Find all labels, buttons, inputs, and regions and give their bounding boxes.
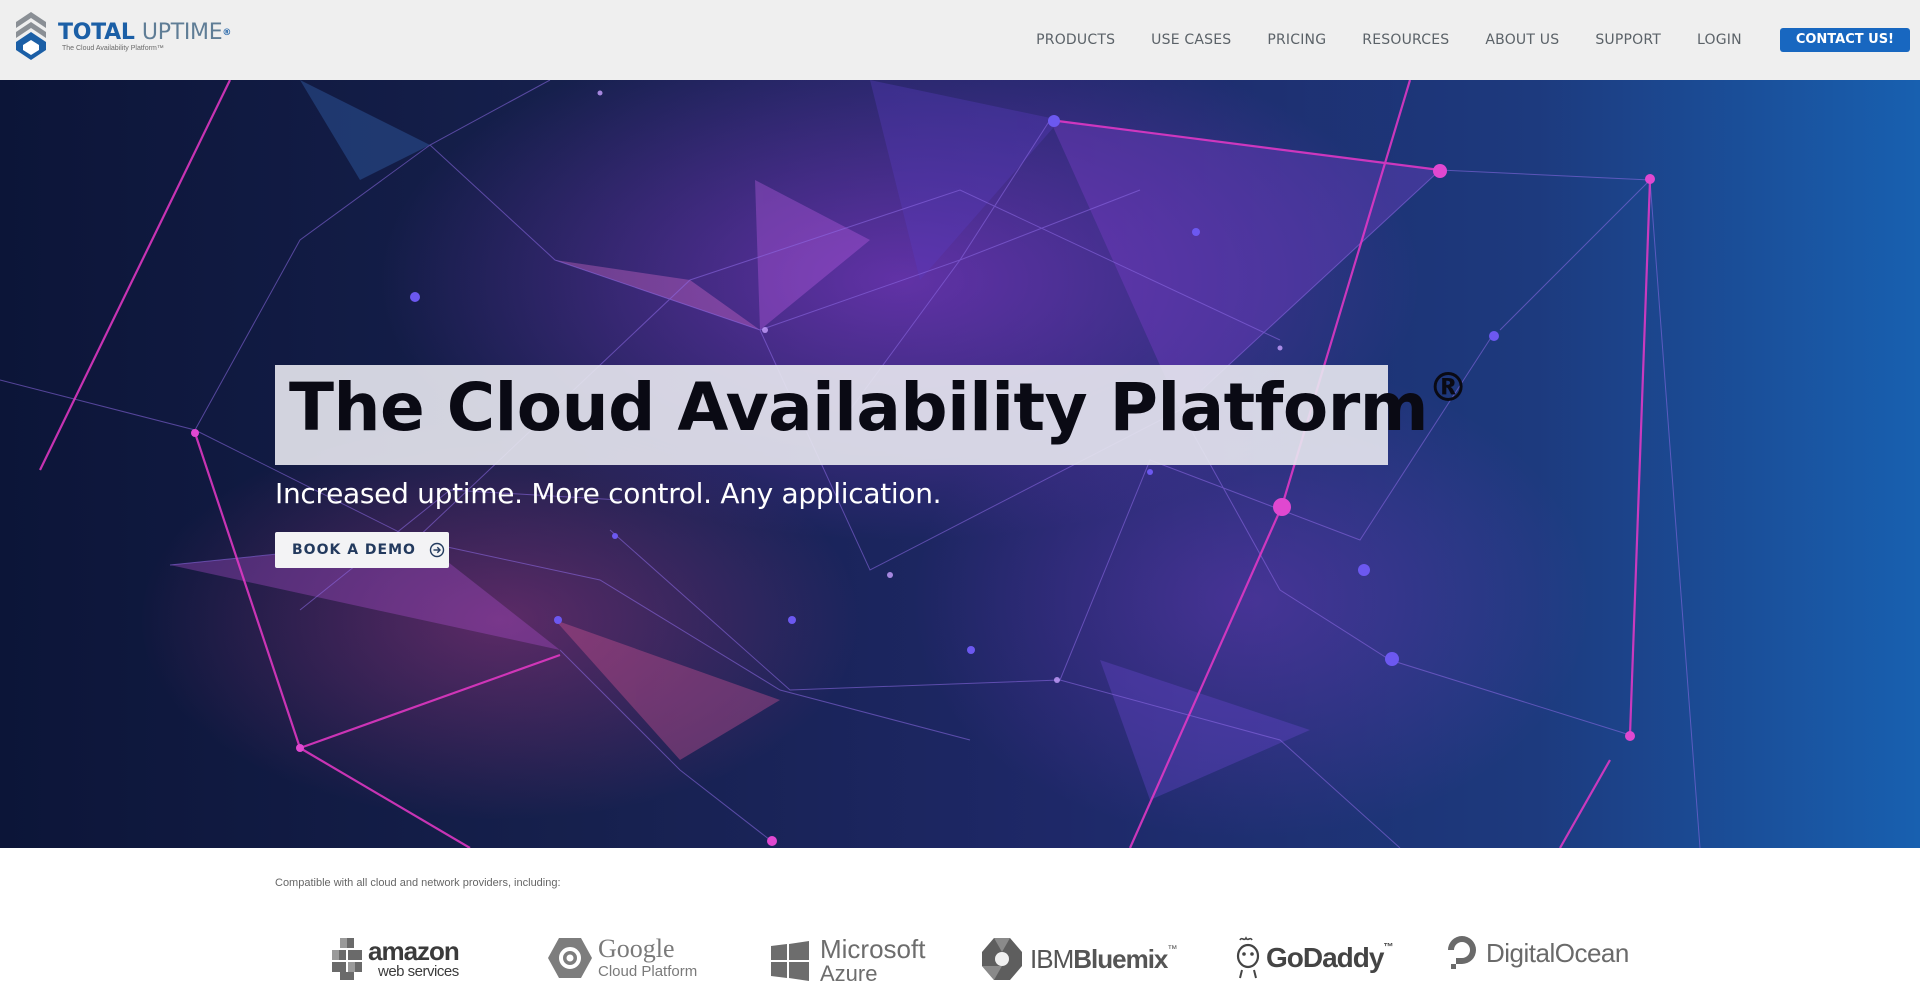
book-a-demo-label: BOOK A DEMO [292, 542, 416, 558]
contact-us-button[interactable]: CONTACT US! [1779, 28, 1910, 52]
azure-line2: Azure [820, 961, 878, 986]
google-subname: Cloud Platform [598, 963, 698, 980]
aws-subname: web services [378, 962, 459, 980]
microsoft-azure-logo: Microsoft Azure [770, 936, 925, 985]
google-name: Google [598, 934, 675, 963]
godaddy-logo: GoDaddy™ [1234, 936, 1393, 980]
logo-tagline: The Cloud Availability Platform™ [62, 44, 164, 52]
arrow-right-circle-icon [429, 542, 445, 558]
digitalocean-drop-icon [1448, 936, 1476, 969]
site-logo[interactable]: TOTAL UPTIME® The Cloud Availability Pla… [14, 10, 231, 62]
total-uptime-logo-icon [16, 12, 46, 60]
nav-products[interactable]: PRODUCTS [1036, 32, 1115, 48]
nav-use-cases[interactable]: USE CASES [1151, 32, 1231, 48]
aws-cubes-icon [332, 938, 362, 980]
nav-support[interactable]: SUPPORT [1595, 32, 1661, 48]
nav-about-us[interactable]: ABOUT US [1485, 32, 1559, 48]
partner-logos: amazon web services Google Cloud Platfor… [0, 936, 1920, 993]
bluemix-cube-icon [982, 938, 1022, 980]
site-header: TOTAL UPTIME® The Cloud Availability Pla… [0, 0, 1920, 80]
book-a-demo-button[interactable]: BOOK A DEMO [275, 532, 449, 568]
azure-line1: Microsoft [820, 934, 926, 964]
aws-name: amazon [368, 935, 460, 966]
aws-logo: amazon web services [330, 935, 460, 980]
windows-icon [771, 940, 809, 981]
ibm-bluemix-logo: IBMBluemix™ [980, 936, 1177, 982]
compatibility-note: Compatible with all cloud and network pr… [275, 877, 561, 889]
godaddy-name: GoDaddy™ [1266, 942, 1393, 973]
godaddy-buddy-icon [1236, 936, 1260, 979]
digitalocean-logo: DigitalOcean [1446, 936, 1629, 970]
nav-login[interactable]: LOGIN [1697, 32, 1742, 48]
main-nav: PRODUCTS USE CASES PRICING RESOURCES ABO… [1036, 0, 1920, 80]
nav-resources[interactable]: RESOURCES [1362, 32, 1449, 48]
hero-section: The Cloud Availability Platform® Increas… [0, 80, 1920, 848]
nav-pricing[interactable]: PRICING [1267, 32, 1326, 48]
logo-wordmark: TOTAL UPTIME® [58, 19, 232, 45]
google-cloud-logo: Google Cloud Platform [548, 936, 697, 979]
hero-subtitle: Increased uptime. More control. Any appl… [275, 477, 942, 510]
ibm-bluemix-name: IBMBluemix™ [1030, 943, 1177, 974]
digitalocean-name: DigitalOcean [1486, 937, 1629, 968]
google-cloud-hexagon-icon [548, 937, 592, 978]
hero-title-box: The Cloud Availability Platform® [275, 365, 1468, 465]
hero-title: The Cloud Availability Platform® [289, 365, 1468, 446]
